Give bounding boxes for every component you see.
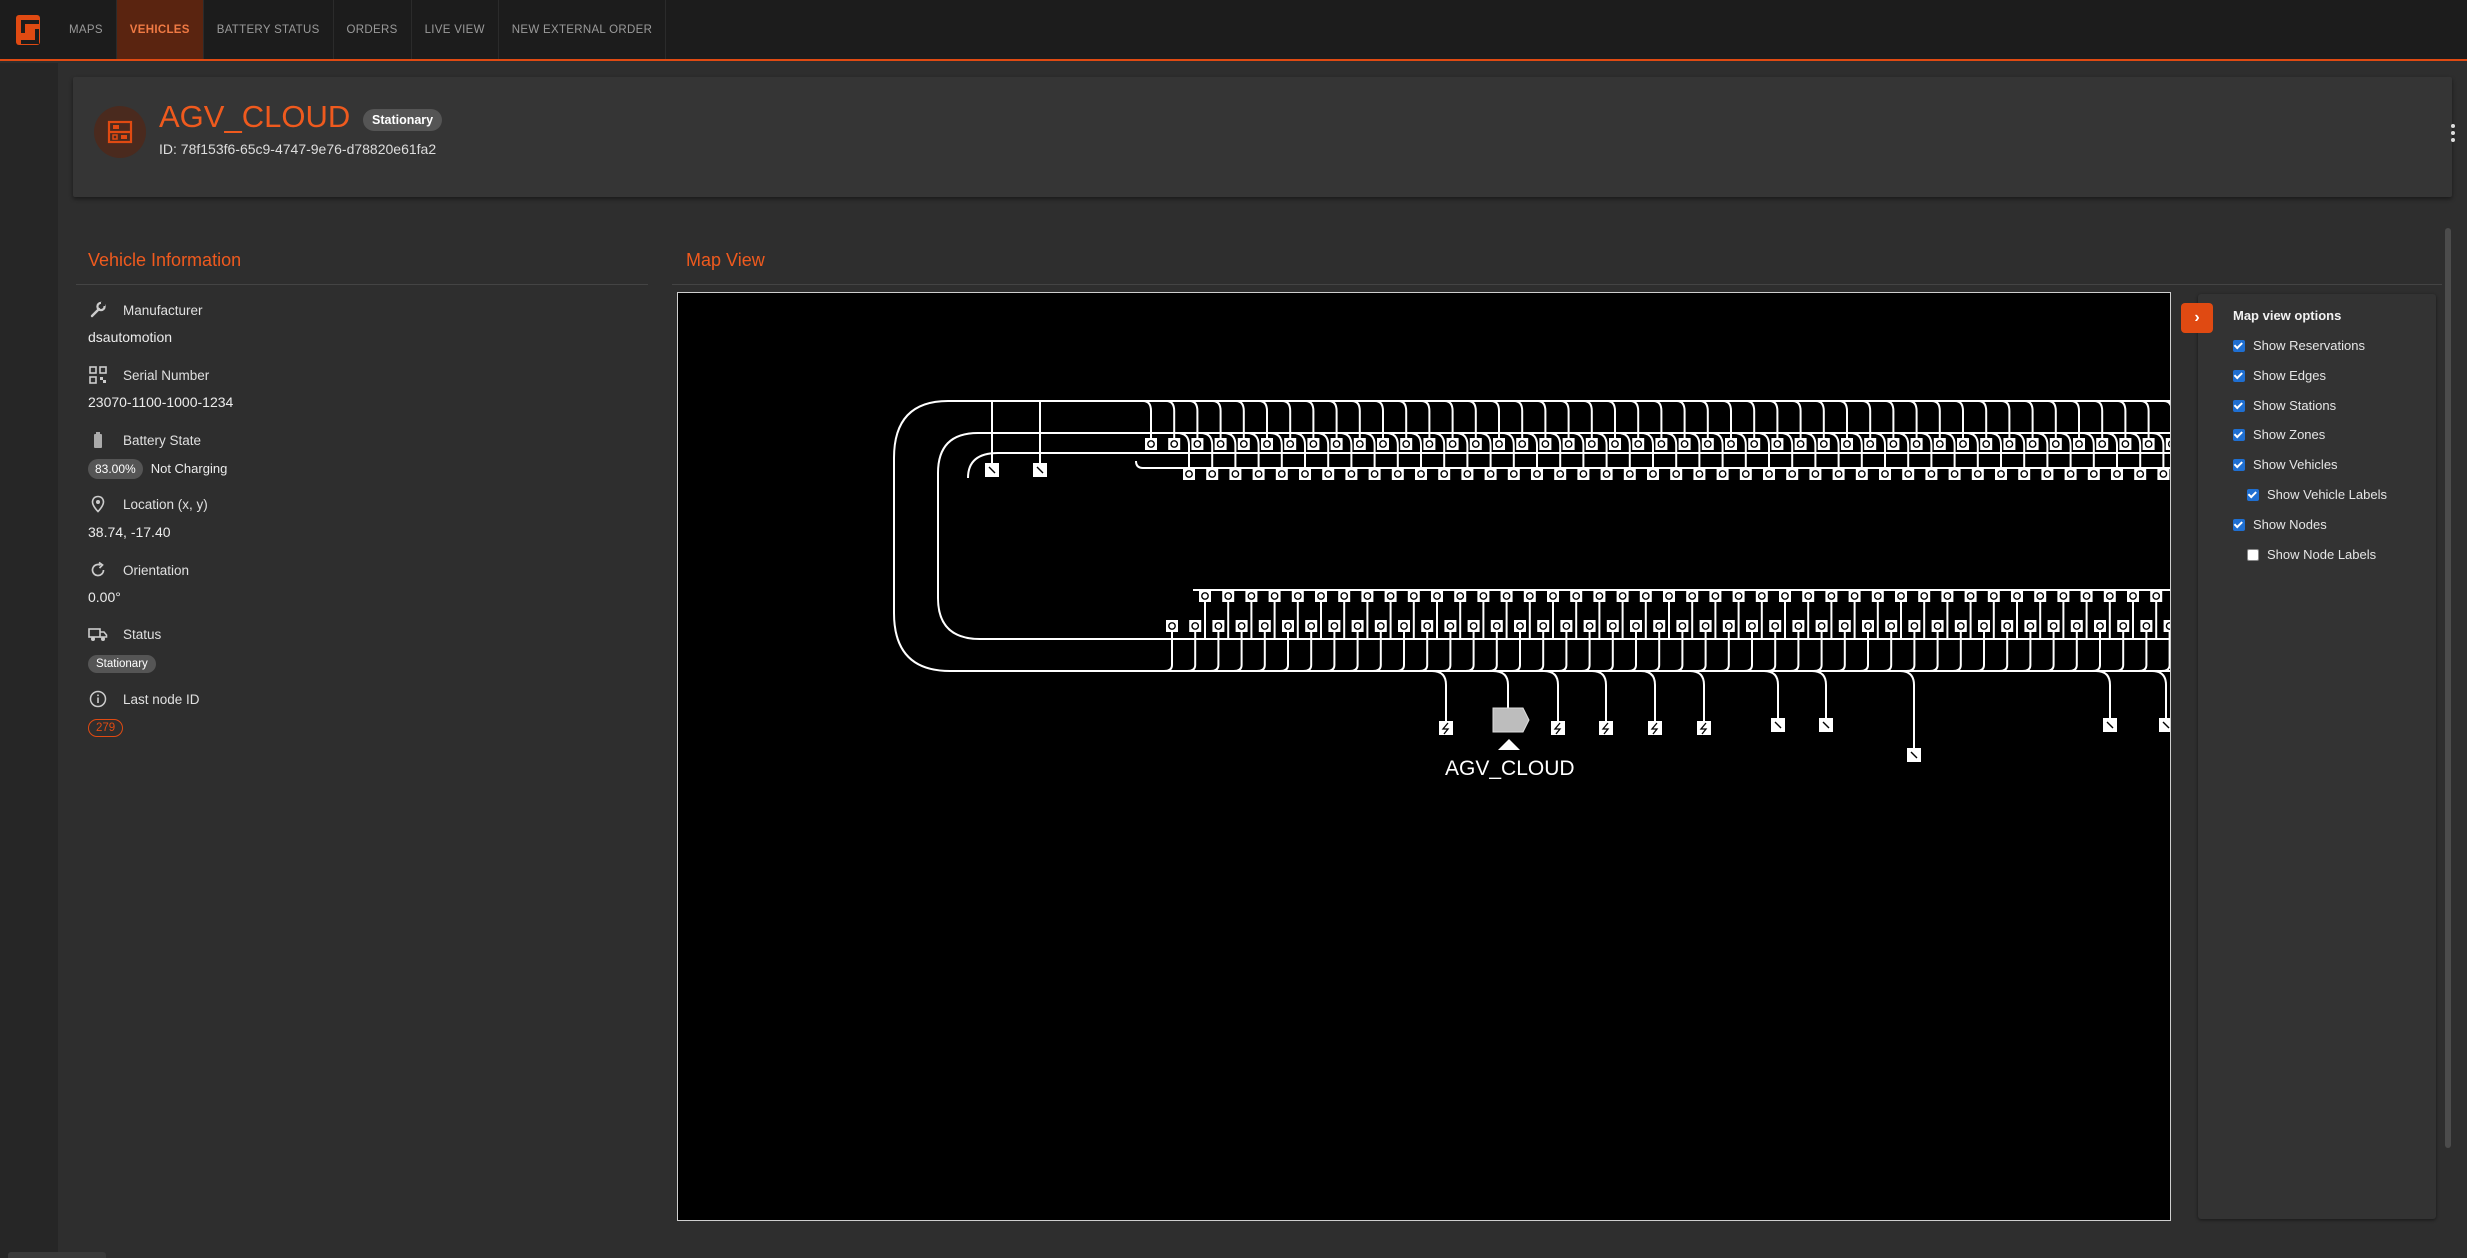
last-node-label-text: Last node ID xyxy=(123,691,200,707)
checkbox-icon[interactable] xyxy=(2233,518,2245,531)
option-show-reservations[interactable]: Show Reservations xyxy=(2233,338,2365,353)
option-show-stations[interactable]: Show Stations xyxy=(2233,398,2336,413)
last-node-value: 279 xyxy=(88,718,124,737)
status-label: Status xyxy=(88,624,161,644)
status-label-text: Status xyxy=(123,626,162,642)
option-label: Show Edges xyxy=(2253,368,2326,383)
vehicle-type-icon xyxy=(107,120,133,144)
option-label: Show Vehicles xyxy=(2253,457,2338,472)
top-navigation-bar: MAPS VEHICLES BATTERY STATUS ORDERS LIVE… xyxy=(0,0,2467,61)
map-layout-drawing xyxy=(893,400,2170,762)
location-pin-icon xyxy=(88,494,108,514)
wrench-icon xyxy=(88,300,108,320)
option-label: Show Vehicle Labels xyxy=(2267,487,2387,502)
page-scrollbar-thumb[interactable] xyxy=(2445,228,2451,1148)
manufacturer-label-text: Manufacturer xyxy=(123,302,203,318)
vehicle-id: ID: 78f153f6-65c9-4747-9e76-d78820e61fa2 xyxy=(159,141,437,157)
vehicle-avatar xyxy=(94,106,146,158)
tab-new-external-order[interactable]: NEW EXTERNAL ORDER xyxy=(499,0,667,59)
option-label: Show Zones xyxy=(2253,427,2326,442)
side-rail xyxy=(0,63,106,1258)
serial-number-label: Serial Number xyxy=(88,365,209,385)
option-show-nodes[interactable]: Show Nodes xyxy=(2233,517,2327,532)
battery-state-value: 83.00% Not Charging xyxy=(88,459,227,479)
option-show-node-labels[interactable]: Show Node Labels xyxy=(2247,547,2376,562)
battery-state-label: Battery State xyxy=(88,430,201,450)
option-label: Show Reservations xyxy=(2253,338,2365,353)
checkbox-icon[interactable] xyxy=(2247,488,2259,501)
vehicle-map-label: AGV_CLOUD xyxy=(1445,757,1575,780)
battery-state-label-text: Battery State xyxy=(123,432,202,448)
orientation-value: 0.00° xyxy=(88,589,121,605)
battery-percent-badge: 83.00% xyxy=(88,459,143,479)
truck-icon xyxy=(88,624,108,644)
location-value: 38.74, -17.40 xyxy=(88,524,171,540)
battery-icon xyxy=(88,430,108,450)
side-rail-handle[interactable] xyxy=(8,1252,106,1258)
map-options-title: Map view options xyxy=(2233,308,2342,323)
last-node-chip[interactable]: 279 xyxy=(88,719,124,737)
serial-number-value: 23070-1100-1000-1234 xyxy=(88,394,234,410)
vehicle-information-heading: Vehicle Information xyxy=(88,250,242,270)
checkbox-icon[interactable] xyxy=(2233,369,2245,382)
tab-battery-status[interactable]: BATTERY STATUS xyxy=(204,0,334,59)
option-label: Show Node Labels xyxy=(2267,547,2377,562)
option-show-zones[interactable]: Show Zones xyxy=(2233,427,2325,442)
location-label: Location (x, y) xyxy=(88,494,208,514)
app-logo[interactable] xyxy=(0,0,56,59)
option-label: Show Nodes xyxy=(2253,517,2327,532)
divider xyxy=(672,284,2442,285)
info-icon xyxy=(88,689,108,709)
checkbox-icon[interactable] xyxy=(2247,548,2259,561)
last-node-label: Last node ID xyxy=(88,689,200,709)
option-show-vehicle-labels[interactable]: Show Vehicle Labels xyxy=(2247,487,2387,502)
checkbox-icon[interactable] xyxy=(2233,339,2245,352)
status-value: Stationary xyxy=(88,654,156,673)
collapse-options-button[interactable]: › xyxy=(2181,303,2213,333)
rotate-icon xyxy=(88,560,108,580)
status-chip: Stationary xyxy=(88,655,156,673)
location-label-text: Location (x, y) xyxy=(123,496,208,512)
qr-code-icon xyxy=(88,365,108,385)
serial-number-label-text: Serial Number xyxy=(123,367,210,383)
battery-charging-status: Not Charging xyxy=(150,461,228,476)
tab-live-view[interactable]: LIVE VIEW xyxy=(412,0,499,59)
option-show-vehicles[interactable]: Show Vehicles xyxy=(2233,457,2338,472)
logo-icon xyxy=(16,14,40,45)
map-view-heading: Map View xyxy=(686,250,765,270)
tab-maps[interactable]: MAPS xyxy=(56,0,117,59)
tab-orders[interactable]: ORDERS xyxy=(334,0,412,59)
map-canvas[interactable]: AGV_CLOUD xyxy=(677,292,2171,1221)
vehicle-title: AGV_CLOUD xyxy=(159,99,351,134)
manufacturer-label: Manufacturer xyxy=(88,300,203,320)
manufacturer-value: dsautomotion xyxy=(88,329,173,345)
checkbox-icon[interactable] xyxy=(2233,458,2245,471)
orientation-label: Orientation xyxy=(88,560,189,580)
status-badge: Stationary xyxy=(363,109,443,131)
orientation-label-text: Orientation xyxy=(123,562,190,578)
tab-vehicles[interactable]: VEHICLES xyxy=(116,0,204,59)
checkbox-icon[interactable] xyxy=(2233,428,2245,441)
divider xyxy=(76,284,648,285)
option-show-edges[interactable]: Show Edges xyxy=(2233,368,2326,383)
more-options-icon[interactable] xyxy=(2450,124,2456,142)
vehicle-header-card: AGV_CLOUD Stationary ID: 78f153f6-65c9-4… xyxy=(73,77,2455,197)
option-label: Show Stations xyxy=(2253,398,2337,413)
checkbox-icon[interactable] xyxy=(2233,399,2245,412)
